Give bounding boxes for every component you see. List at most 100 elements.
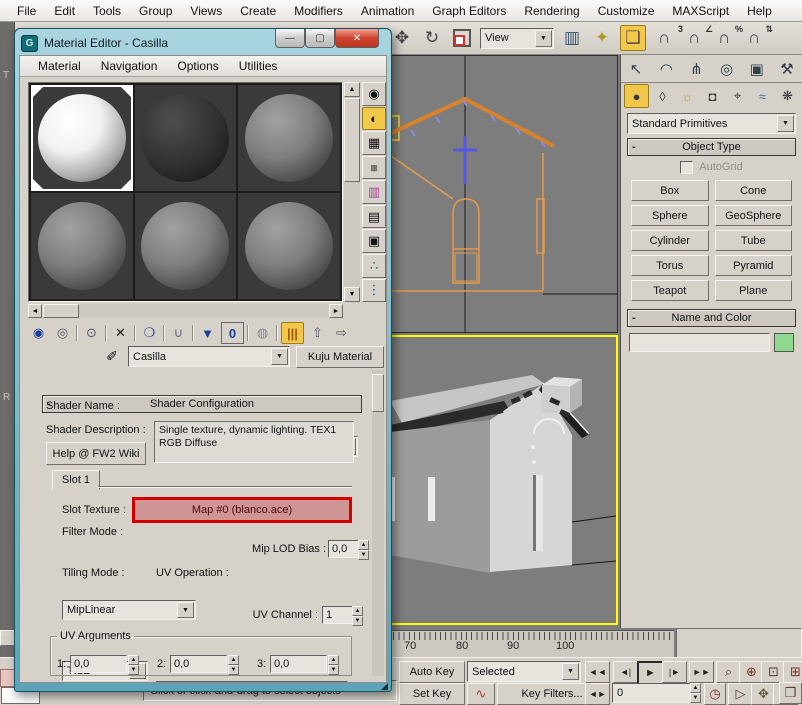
tube-button[interactable]: Tube xyxy=(715,230,793,251)
menu-tools[interactable]: Tools xyxy=(84,4,130,18)
key-mode-toggle[interactable]: ◄► xyxy=(585,683,610,705)
select-scale-icon[interactable] xyxy=(450,26,474,50)
object-type-rollout-header[interactable]: - Object Type xyxy=(627,138,796,156)
zoom-extents-all-icon[interactable]: ⊞ xyxy=(783,661,802,683)
scroll-left-icon[interactable]: ◄ xyxy=(28,304,42,318)
dock-collapse-button[interactable]: < xyxy=(0,630,15,646)
object-color-swatch[interactable] xyxy=(774,333,794,352)
material-type-button[interactable]: Kuju Material xyxy=(296,346,384,368)
field-of-view-icon[interactable]: ▷ xyxy=(728,683,753,705)
make-unique-icon[interactable]: ∪ xyxy=(168,323,189,343)
close-icon[interactable]: ✕ xyxy=(335,29,379,48)
uv-arg2-field[interactable]: 0,0 xyxy=(170,655,227,673)
window-resize-grip[interactable] xyxy=(381,683,388,690)
mip-lod-bias-field[interactable]: 0,0 xyxy=(328,540,359,558)
timeline-ruler[interactable]: 70 80 90 100 xyxy=(388,630,674,658)
cylinder-button[interactable]: Cylinder xyxy=(631,230,709,251)
material-name-dropdown[interactable]: Casilla ▼ xyxy=(128,346,290,367)
mip-lod-bias-spinner[interactable]: ▲▼ xyxy=(358,540,369,558)
pick-material-eyedropper-icon[interactable]: ✐ xyxy=(102,346,122,366)
me-menu-navigation[interactable]: Navigation xyxy=(91,59,168,73)
pyramid-button[interactable]: Pyramid xyxy=(715,255,793,276)
tab-motion-icon[interactable]: ◎ xyxy=(712,55,742,82)
viewport-front[interactable] xyxy=(388,55,618,333)
primitive-category-dropdown[interactable]: Standard Primitives ▼ xyxy=(627,113,796,134)
backlight-icon[interactable]: ◐ xyxy=(362,107,386,131)
select-manipulate-icon[interactable]: ✦ xyxy=(590,26,614,50)
tab-utilities-icon[interactable]: ⚒ xyxy=(772,55,802,82)
uv-operation-dropdown[interactable]: UV_OP_COPY ▼ xyxy=(156,681,348,683)
reset-map-icon[interactable]: ✕ xyxy=(110,323,131,343)
use-pivot-center-icon[interactable]: ▥ xyxy=(560,26,584,50)
name-color-rollout-header[interactable]: - Name and Color xyxy=(627,309,796,327)
category-geometry-icon[interactable]: ● xyxy=(624,84,649,108)
uv-arg2-spinner[interactable]: ▲▼ xyxy=(228,655,239,673)
menu-group[interactable]: Group xyxy=(130,4,181,18)
chevron-down-icon[interactable]: ▼ xyxy=(562,663,579,680)
me-menu-options[interactable]: Options xyxy=(167,59,228,73)
uv-channel-field[interactable]: 1 xyxy=(322,606,353,624)
make-material-copy-icon[interactable]: ❍ xyxy=(139,323,160,343)
time-configuration-icon[interactable]: ◷ xyxy=(704,683,726,705)
video-color-check-icon[interactable]: ▥ xyxy=(362,180,386,204)
material-editor-options-icon[interactable]: ▣ xyxy=(362,229,386,253)
cone-button[interactable]: Cone xyxy=(715,180,793,201)
torus-button[interactable]: Torus xyxy=(631,255,709,276)
tab-modify-icon[interactable]: ◠ xyxy=(651,55,681,82)
minimize-button[interactable]: — xyxy=(275,29,305,48)
sample-slot-1-selected[interactable] xyxy=(31,85,133,191)
scroll-right-icon[interactable]: ► xyxy=(329,304,343,318)
menu-rendering[interactable]: Rendering xyxy=(515,4,588,18)
sample-slot-5[interactable] xyxy=(135,193,237,299)
menu-views[interactable]: Views xyxy=(181,4,231,18)
tab-display-icon[interactable]: ▣ xyxy=(742,55,772,82)
sample-slot-3[interactable] xyxy=(238,85,340,191)
sphere-button[interactable]: Sphere xyxy=(631,205,709,226)
menu-create[interactable]: Create xyxy=(231,4,285,18)
material-editor-titlebar[interactable]: G Material Editor - Casilla xyxy=(21,33,168,53)
object-name-input[interactable] xyxy=(629,333,770,352)
snaps-toggle-icon[interactable]: ❏ xyxy=(620,25,646,51)
play-button[interactable]: ► xyxy=(637,661,664,685)
assign-material-to-selection-icon[interactable]: ⊙ xyxy=(81,323,102,343)
category-helpers-icon[interactable]: ⌖ xyxy=(726,85,749,107)
select-move-icon[interactable]: ✥ xyxy=(390,26,414,50)
select-by-material-icon[interactable]: ∴ xyxy=(362,254,386,278)
material-id-channel-icon[interactable]: 0 xyxy=(221,322,244,344)
menu-animation[interactable]: Animation xyxy=(352,4,423,18)
slots-vertical-scrollbar[interactable]: ▲ ▼ xyxy=(344,82,360,302)
scroll-up-icon[interactable]: ▲ xyxy=(344,82,360,97)
maximize-viewport-toggle-icon[interactable]: ❒ xyxy=(779,682,802,704)
category-systems-icon[interactable]: ❋ xyxy=(776,85,799,107)
sample-uv-tiling-icon[interactable]: ■ xyxy=(362,156,386,180)
current-frame-field[interactable]: 0 xyxy=(612,683,694,703)
chevron-down-icon[interactable]: ▼ xyxy=(535,30,552,47)
go-to-end-button[interactable]: ►► xyxy=(689,661,714,683)
category-lights-icon[interactable]: ☼ xyxy=(676,85,699,107)
slots-horizontal-scrollbar[interactable]: ◄ ► xyxy=(28,304,343,318)
category-cameras-icon[interactable]: ◘ xyxy=(701,85,724,107)
key-curve-icon[interactable]: ∿ xyxy=(467,683,495,705)
go-to-start-button[interactable]: ◄◄ xyxy=(585,661,610,683)
viewport-perspective-active[interactable] xyxy=(388,335,618,625)
autogrid-checkbox[interactable] xyxy=(680,161,693,174)
slot1-tab[interactable]: Slot 1 xyxy=(52,470,100,490)
uv-channel-spinner[interactable]: ▲▼ xyxy=(352,606,363,624)
filter-mode-dropdown[interactable]: MipLinear ▼ xyxy=(62,600,196,620)
angle-snap-icon[interactable]: ∩∠ xyxy=(682,26,706,50)
next-frame-button[interactable]: |► xyxy=(662,661,687,683)
menu-file[interactable]: File xyxy=(8,4,45,18)
show-end-result-icon[interactable]: ||| xyxy=(281,322,304,344)
menu-graph-editors[interactable]: Graph Editors xyxy=(423,4,515,18)
plane-button[interactable]: Plane xyxy=(715,280,793,301)
snap-toggle-3d-icon[interactable]: ∩3 xyxy=(652,26,676,50)
go-to-parent-icon[interactable]: ⇧ xyxy=(307,323,328,343)
geosphere-button[interactable]: GeoSphere xyxy=(715,205,793,226)
params-scrollbar[interactable] xyxy=(372,370,384,676)
previous-frame-button[interactable]: ◄| xyxy=(613,661,638,683)
set-key-button[interactable]: Set Key xyxy=(399,683,465,705)
menu-modifiers[interactable]: Modifiers xyxy=(285,4,352,18)
sample-type-icon[interactable]: ◉ xyxy=(362,82,386,106)
menu-maxscript[interactable]: MAXScript xyxy=(663,4,738,18)
params-scrollbar-thumb[interactable] xyxy=(372,374,384,412)
